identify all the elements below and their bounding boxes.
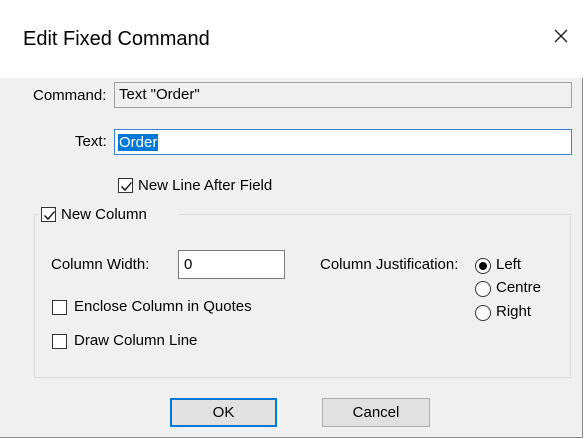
command-label: Command: xyxy=(33,87,107,104)
justify-right-radio[interactable] xyxy=(475,305,491,321)
justify-centre-label[interactable]: Centre xyxy=(496,279,541,296)
ok-button[interactable]: OK xyxy=(170,398,277,427)
column-width-value: 0 xyxy=(184,256,193,273)
enclose-in-quotes-label[interactable]: Enclose Column in Quotes xyxy=(74,298,252,315)
checkmark-icon xyxy=(121,182,132,191)
text-input[interactable]: Order xyxy=(114,129,572,155)
new-column-checkbox[interactable] xyxy=(41,207,56,222)
new-line-after-field-checkbox[interactable] xyxy=(118,178,133,193)
cancel-button[interactable]: Cancel xyxy=(322,398,430,427)
justify-centre-radio[interactable] xyxy=(475,281,491,297)
new-column-label[interactable]: New Column xyxy=(61,206,147,223)
close-icon[interactable] xyxy=(547,22,575,50)
enclose-in-quotes-checkbox[interactable] xyxy=(52,300,67,315)
justify-left-radio[interactable] xyxy=(475,258,491,274)
justify-left-label[interactable]: Left xyxy=(496,256,521,273)
column-width-input[interactable]: 0 xyxy=(178,250,285,279)
checkmark-icon xyxy=(44,211,55,220)
dialog-title: Edit Fixed Command xyxy=(23,28,210,50)
command-value: Text "Order" xyxy=(119,86,200,103)
new-column-legend: New Column xyxy=(38,205,179,225)
draw-column-line-checkbox[interactable] xyxy=(52,334,67,349)
new-line-after-field-label[interactable]: New Line After Field xyxy=(138,177,272,194)
column-justification-label: Column Justification: xyxy=(320,256,459,273)
text-input-value: Order xyxy=(118,134,159,151)
text-label: Text: xyxy=(75,133,107,150)
radio-selected-dot xyxy=(479,262,487,270)
new-column-group xyxy=(34,214,571,378)
justify-right-label[interactable]: Right xyxy=(496,303,531,320)
column-width-label: Column Width: xyxy=(51,256,150,273)
draw-column-line-label[interactable]: Draw Column Line xyxy=(74,332,197,349)
command-value-field: Text "Order" xyxy=(114,82,572,108)
